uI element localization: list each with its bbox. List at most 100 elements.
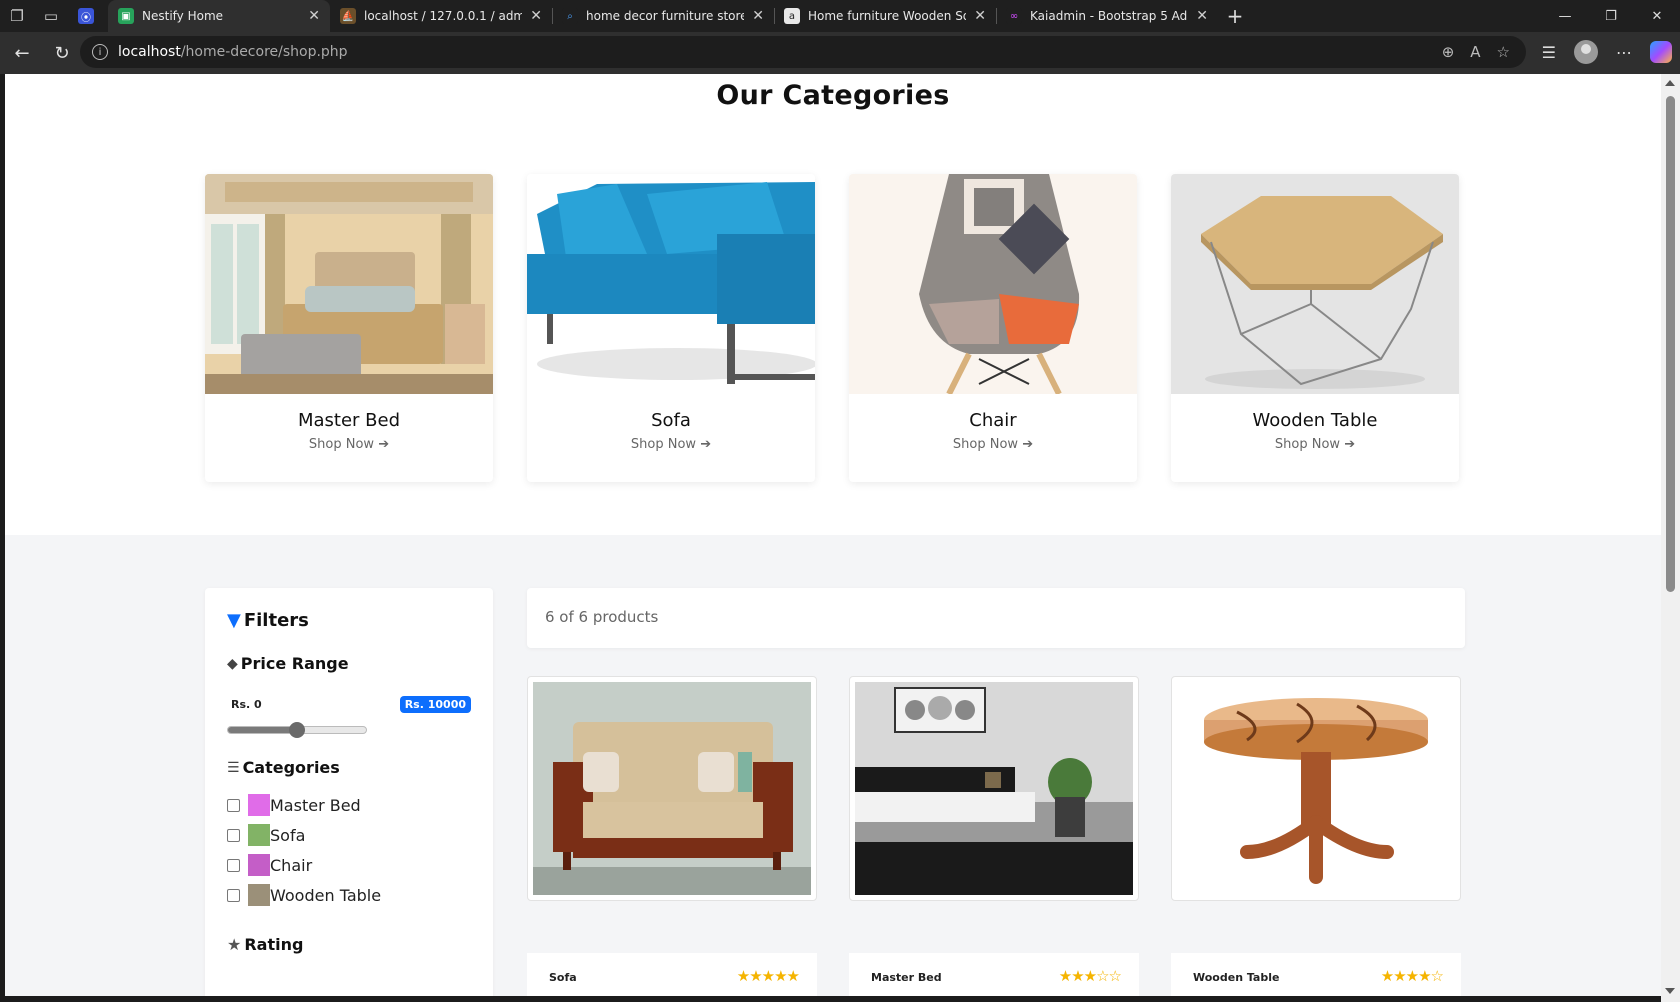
- filters-panel: ▼ Filters ◆ Price Range Rs. 0 Rs. 10000 …: [205, 588, 493, 996]
- star-filled-icon: ★: [1083, 967, 1097, 985]
- category-card-master-bed[interactable]: Master Bed Shop Now ➔: [205, 174, 493, 482]
- category-filter-master-bed[interactable]: Master Bed: [227, 794, 361, 816]
- browser-tab-kaiadmin[interactable]: ∞ Kaiadmin - Bootstrap 5 Admin Da ✕: [996, 0, 1218, 32]
- close-tab-icon[interactable]: ✕: [530, 8, 542, 24]
- checkbox[interactable]: [227, 888, 240, 902]
- shop-now-label: Shop Now: [952, 437, 1019, 452]
- star-icon: ★: [227, 935, 242, 954]
- page-scrollbar[interactable]: [1661, 74, 1680, 1002]
- star-filled-icon: ★: [1393, 967, 1406, 985]
- scroll-up-arrow-icon[interactable]: [1665, 80, 1675, 86]
- reload-icon[interactable]: ↻: [44, 35, 80, 71]
- product-card-master-bed[interactable]: Master Bed ★★★☆☆: [849, 676, 1139, 996]
- copilot-icon[interactable]: [1650, 41, 1672, 63]
- shop-now-link[interactable]: Shop Now ➔: [1171, 437, 1459, 452]
- shop-now-link[interactable]: Shop Now ➔: [527, 437, 815, 452]
- category-card-wooden-table[interactable]: Wooden Table Shop Now ➔: [1171, 174, 1459, 482]
- checkbox[interactable]: [227, 798, 240, 812]
- profile-avatar[interactable]: [1574, 40, 1598, 64]
- browser-tab-search[interactable]: ⌕ home decor furniture store - Sear ✕: [552, 0, 774, 32]
- site-info-icon[interactable]: i: [92, 44, 108, 60]
- close-tab-icon[interactable]: ✕: [308, 8, 320, 24]
- browser-tab-pinned[interactable]: ⦿: [68, 0, 108, 32]
- tab-actions-icon[interactable]: ▭: [34, 0, 68, 32]
- wooden-sofa-image: [533, 682, 811, 895]
- favorites-icon[interactable]: ☰: [1542, 43, 1556, 62]
- list-icon: ☰: [227, 759, 240, 776]
- category-filter-sofa[interactable]: Sofa: [227, 824, 305, 846]
- categories-label: Categories: [242, 758, 340, 777]
- arrow-right-icon: ➔: [1344, 437, 1356, 452]
- product-card-wooden-table[interactable]: Wooden Table ★★★★☆: [1171, 676, 1461, 996]
- back-arrow-icon[interactable]: ←: [4, 35, 40, 71]
- star-filled-icon: ★: [786, 967, 800, 985]
- category-filter-chair[interactable]: Chair: [227, 854, 312, 876]
- product-category: Master Bed: [871, 971, 942, 984]
- price-range-slider[interactable]: [227, 722, 367, 738]
- arrow-right-icon: ➔: [1022, 437, 1034, 452]
- favorite-star-icon[interactable]: ☆: [1497, 43, 1510, 61]
- rating-label: Rating: [244, 935, 304, 954]
- star-filled-icon: ★: [1058, 967, 1072, 985]
- checkbox[interactable]: [227, 858, 240, 872]
- category-filter-label: Sofa: [270, 825, 306, 845]
- workspaces-icon[interactable]: ❐: [0, 0, 34, 32]
- color-swatch: [248, 794, 270, 816]
- read-aloud-icon[interactable]: A: [1470, 43, 1480, 61]
- rating-heading: ★ Rating: [227, 935, 303, 954]
- shop-now-link[interactable]: Shop Now ➔: [205, 437, 493, 452]
- category-name: Chair: [969, 410, 1017, 431]
- category-name: Master Bed: [297, 410, 401, 431]
- product-category: Wooden Table: [1193, 971, 1280, 984]
- restore-icon[interactable]: ❐: [1588, 0, 1634, 32]
- shop-now-link[interactable]: Shop Now ➔: [849, 437, 1137, 452]
- price-range-heading: ◆ Price Range: [227, 654, 349, 673]
- close-window-icon[interactable]: ✕: [1634, 0, 1680, 32]
- scrollbar-thumb[interactable]: [1666, 96, 1675, 592]
- minimize-icon[interactable]: —: [1542, 0, 1588, 32]
- slider-handle[interactable]: [289, 722, 305, 738]
- category-card-sofa[interactable]: Sofa Shop Now ➔: [527, 174, 815, 482]
- zoom-icon[interactable]: ⊕: [1442, 43, 1455, 61]
- address-bar[interactable]: i localhost/home-decore/shop.php ⊕ A ☆: [80, 36, 1526, 68]
- close-tab-icon[interactable]: ✕: [974, 8, 986, 24]
- star-filled-icon: ★: [761, 967, 775, 985]
- window-controls: — ❐ ✕: [1542, 0, 1680, 32]
- amazon-favicon-icon: a: [784, 8, 800, 24]
- browser-tab-amazon[interactable]: a Home furniture Wooden Sofa Set ✕: [774, 0, 996, 32]
- phpmyadmin-favicon-icon: ⛵: [340, 8, 356, 24]
- browser-tab-nestify-home[interactable]: ▣ Nestify Home ✕: [108, 0, 330, 32]
- category-filter-label: Wooden Table: [270, 885, 382, 905]
- star-empty-icon: ☆: [1108, 967, 1122, 985]
- filters-heading: ▼ Filters: [227, 610, 309, 631]
- browser-tab-phpmyadmin[interactable]: ⛵ localhost / 127.0.0.1 / admin_hom ✕: [330, 0, 552, 32]
- rating-stars: ★★★★★: [736, 967, 800, 985]
- slider-fill: [228, 727, 297, 733]
- category-card-chair[interactable]: Chair Shop Now ➔: [849, 174, 1137, 482]
- categories-heading: ☰ Categories: [227, 758, 340, 777]
- price-range-label: Price Range: [240, 654, 349, 673]
- color-swatch: [248, 854, 270, 876]
- more-menu-icon[interactable]: ⋯: [1616, 43, 1632, 62]
- star-filled-icon: ★: [1418, 967, 1431, 985]
- color-swatch: [248, 824, 270, 846]
- price-max-badge: Rs. 10000: [399, 696, 471, 713]
- product-category: Sofa: [549, 971, 577, 984]
- product-card-sofa[interactable]: Sofa ★★★★★: [527, 676, 817, 996]
- tab-title: localhost / 127.0.0.1 / admin_hom: [364, 9, 523, 23]
- star-filled-icon: ★: [1380, 967, 1394, 985]
- new-tab-icon[interactable]: +: [1218, 4, 1252, 28]
- nestify-favicon-icon: ▣: [118, 8, 134, 24]
- tab-title: Kaiadmin - Bootstrap 5 Admin Da: [1030, 9, 1188, 23]
- browser-toolbar: ← ↻ i localhost/home-decore/shop.php ⊕ A…: [0, 32, 1680, 74]
- category-filter-wooden-table[interactable]: Wooden Table: [227, 884, 381, 906]
- close-tab-icon[interactable]: ✕: [1196, 8, 1208, 24]
- star-filled-icon: ★: [1071, 967, 1084, 985]
- checkbox[interactable]: [227, 828, 240, 842]
- wooden-table-image: [1171, 174, 1459, 394]
- shop-now-label: Shop Now: [630, 437, 697, 452]
- close-tab-icon[interactable]: ✕: [752, 8, 764, 24]
- category-name: Sofa: [651, 410, 691, 431]
- scroll-down-arrow-icon[interactable]: [1665, 988, 1675, 994]
- star-filled-icon: ★: [736, 967, 750, 985]
